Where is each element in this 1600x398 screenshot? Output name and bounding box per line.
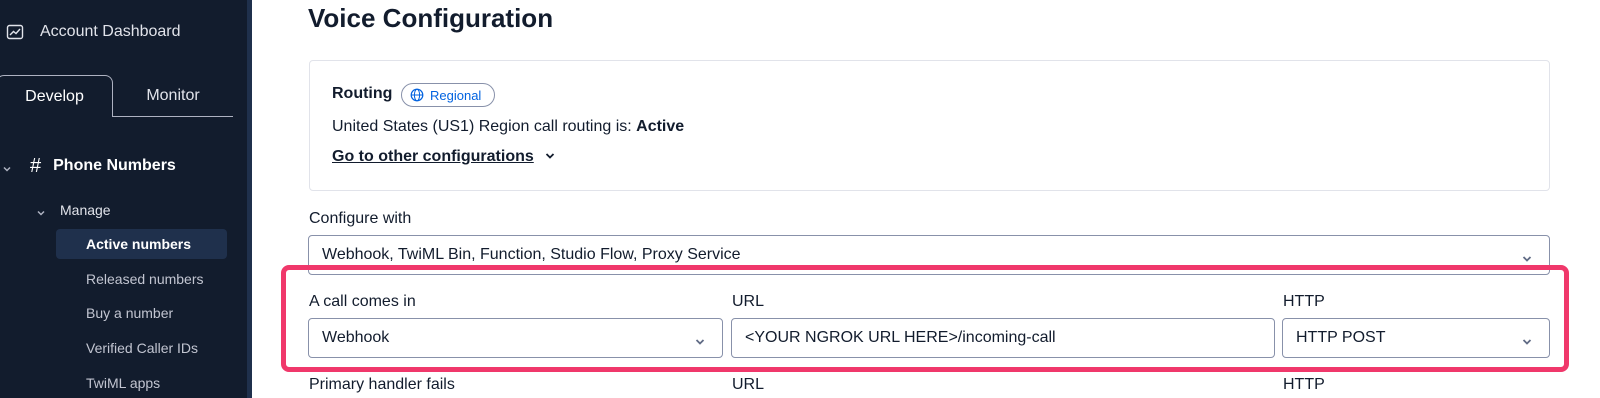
sidebar-item-twiml-apps[interactable]: TwiML apps [56, 368, 227, 398]
sidebar-tabs: Develop Monitor [0, 75, 237, 117]
other-configurations-label: Go to other configurations [332, 148, 534, 165]
tab-develop[interactable]: Develop [0, 75, 113, 117]
sidebar-section-phone-numbers[interactable]: # Phone Numbers [0, 153, 176, 179]
sidebar-section-label: Phone Numbers [53, 157, 176, 174]
configure-with-value: Webhook, TwiML Bin, Function, Studio Flo… [322, 246, 741, 263]
tab-monitor[interactable]: Monitor [113, 75, 233, 117]
account-dashboard-label: Account Dashboard [40, 23, 181, 40]
globe-icon [410, 88, 424, 102]
regional-badge-label: Regional [430, 87, 482, 103]
chart-icon [6, 23, 24, 41]
webhook-url-value: <YOUR NGROK URL HERE>/incoming-call [745, 329, 1056, 346]
configure-with-label: Configure with [309, 210, 412, 227]
routing-label: Routing [332, 85, 393, 102]
primary-handler-label: Primary handler fails [309, 376, 455, 393]
sidebar-group-manage[interactable]: Manage [36, 199, 111, 221]
chevron-down-icon [36, 205, 46, 216]
sidebar-item-verified-caller-ids[interactable]: Verified Caller IDs [56, 333, 227, 363]
routing-panel: Routing Regional United States (US1) Reg… [309, 60, 1550, 191]
routing-status-prefix: United States (US1) Region call routing … [332, 118, 637, 135]
http-method-value: HTTP POST [1296, 329, 1386, 346]
call-comes-in-label: A call comes in [309, 293, 416, 310]
sidebar-item-active-numbers[interactable]: Active numbers [56, 229, 227, 259]
chevron-down-icon [544, 148, 556, 166]
chevron-down-icon [2, 161, 12, 172]
primary-handler-url-label: URL [732, 376, 765, 393]
http-method-select[interactable]: HTTP POST [1282, 318, 1550, 358]
configure-with-select[interactable]: Webhook, TwiML Bin, Function, Studio Flo… [308, 235, 1550, 275]
sidebar-item-buy-a-number[interactable]: Buy a number [56, 298, 227, 328]
regional-badge: Regional [401, 83, 495, 107]
http-label: HTTP [1283, 293, 1325, 310]
other-configurations-link[interactable]: Go to other configurations [332, 148, 556, 166]
sidebar: Account Dashboard Develop Monitor # Phon… [0, 0, 247, 398]
chevron-down-icon [1521, 334, 1533, 352]
primary-handler-http-label: HTTP [1283, 376, 1325, 393]
hash-icon: # [30, 154, 42, 177]
tab-divider [113, 116, 233, 117]
page-title: Voice Configuration [308, 3, 554, 33]
chevron-down-icon [694, 334, 706, 352]
call-comes-in-select[interactable]: Webhook [308, 318, 723, 358]
account-dashboard-link[interactable]: Account Dashboard [6, 20, 181, 44]
sidebar-item-released-numbers[interactable]: Released numbers [56, 264, 227, 294]
webhook-url-input[interactable]: <YOUR NGROK URL HERE>/incoming-call [731, 318, 1275, 358]
chevron-down-icon [1521, 251, 1533, 269]
url-label: URL [732, 293, 765, 310]
routing-status-value: Active [636, 118, 685, 135]
routing-status: United States (US1) Region call routing … [332, 118, 684, 136]
sidebar-scroll-edge [247, 0, 252, 398]
call-comes-in-value: Webhook [322, 329, 390, 346]
sidebar-group-label: Manage [60, 202, 111, 218]
